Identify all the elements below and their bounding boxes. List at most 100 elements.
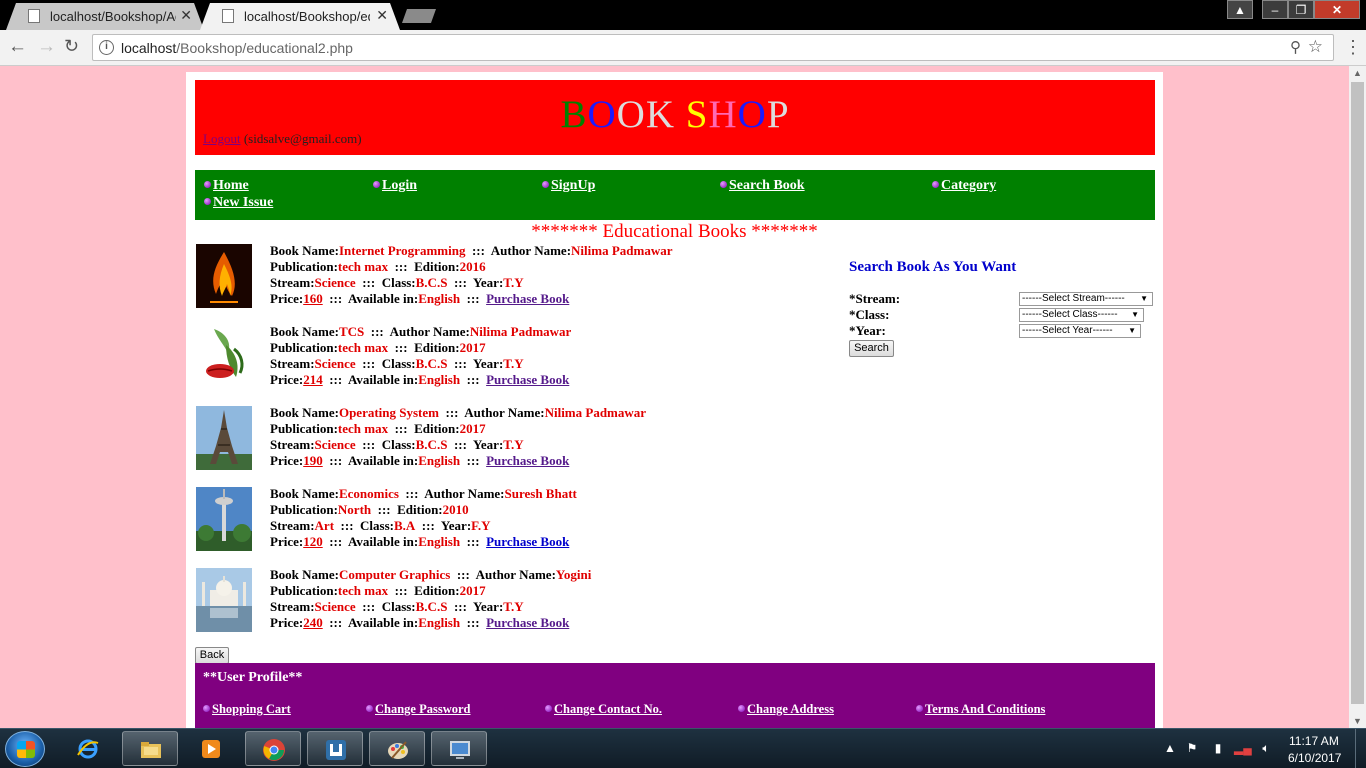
purchase-book-link[interactable]: Purchase Book [486, 615, 569, 630]
author-name: Yogini [555, 567, 592, 582]
publication: tech max [337, 421, 389, 436]
book-thumbnail-taj-mahal[interactable] [196, 568, 252, 632]
price-link[interactable]: 120 [303, 534, 323, 549]
stream: Science [314, 437, 356, 452]
action-center-flag-icon[interactable]: ⚑ [1184, 741, 1200, 757]
internet-explorer-icon [77, 739, 99, 759]
minimize-button[interactable]: – [1262, 0, 1288, 19]
paint-palette-icon [388, 741, 408, 759]
book-thumbnail-eiffel-tower[interactable] [196, 406, 252, 470]
windows-taskbar: ▲ ⚑ ▮ ▂▄ 🔈︎ 11:17 AM 6/10/2017 [0, 728, 1366, 768]
reload-icon[interactable]: ↻ [64, 36, 79, 57]
scroll-down-arrow-icon[interactable]: ▼ [1353, 716, 1362, 726]
class: B.A [393, 518, 416, 533]
info-icon[interactable]: i [99, 40, 114, 55]
stream: Science [314, 356, 356, 371]
price-link[interactable]: 160 [303, 291, 323, 306]
nav-item-category[interactable]: Category [932, 178, 996, 194]
battery-icon[interactable]: ▮ [1210, 741, 1226, 757]
book-thumbnail-flame[interactable] [196, 244, 252, 308]
stream-select[interactable]: ------Select Stream------ ▼ [1019, 292, 1153, 306]
browser-tab-admin[interactable]: localhost/Bookshop/Adm ✕ [6, 3, 204, 30]
user-info: Logout (sidsalve@gmail.com) [203, 131, 362, 147]
year-label: *Year: [849, 323, 886, 338]
bullet-icon [545, 705, 552, 712]
profile-item-shopping-cart[interactable]: Shopping Cart [203, 702, 291, 717]
book-info: Book Name:Computer Graphics ::: Author N… [270, 567, 592, 630]
close-tab-icon[interactable]: ✕ [376, 7, 388, 24]
price-link[interactable]: 190 [303, 453, 323, 468]
price-link[interactable]: 240 [303, 615, 323, 630]
browser-tab-educational[interactable]: localhost/Bookshop/edu ✕ [200, 3, 400, 30]
book-thumbnail-lips-flower[interactable] [196, 325, 252, 389]
search-button[interactable]: Search [849, 340, 894, 357]
profile-item-change-password[interactable]: Change Password [366, 702, 471, 717]
page-scrollbar[interactable]: ▲ ▼ [1349, 66, 1366, 728]
profile-item-terms[interactable]: Terms And Conditions [916, 702, 1045, 717]
bullet-icon [373, 181, 380, 188]
back-arrow-icon[interactable]: ← [8, 36, 27, 58]
publication: North [337, 502, 372, 517]
nav-item-login[interactable]: Login [373, 178, 417, 194]
app-window-button[interactable] [307, 731, 363, 766]
nav-item-search-book[interactable]: Search Book [720, 178, 805, 194]
zoom-icon[interactable]: ⚲ [1290, 38, 1301, 56]
maximize-button[interactable]: ❐ [1288, 0, 1314, 19]
logout-link[interactable]: Logout [203, 131, 241, 146]
edition: 2016 [459, 259, 486, 274]
book-name: Economics [338, 486, 399, 501]
media-player-app[interactable] [183, 731, 239, 766]
address-bar[interactable]: i localhost/Bookshop/educational2.php ⚲ … [92, 34, 1334, 61]
profile-item-change-address[interactable]: Change Address [738, 702, 834, 717]
edition: 2017 [459, 421, 486, 436]
user-profile-icon[interactable]: ▲ [1227, 0, 1253, 19]
class-select[interactable]: ------Select Class------ ▼ [1019, 308, 1144, 322]
close-window-button[interactable]: ✕ [1314, 0, 1360, 19]
start-button[interactable] [5, 731, 45, 767]
browser-menu-icon[interactable]: ⋮ [1344, 37, 1362, 58]
remote-desktop-app[interactable] [431, 731, 487, 766]
volume-icon[interactable]: 🔈︎ [1258, 741, 1274, 757]
bullet-icon [542, 181, 549, 188]
purchase-book-link[interactable]: Purchase Book [486, 453, 569, 468]
tab-title: localhost/Bookshop/Adm [50, 9, 176, 24]
language: English [418, 534, 461, 549]
clock-time[interactable]: 11:17 AM [1289, 734, 1339, 748]
author-name: Nilima Padmawar [571, 243, 673, 258]
page-icon [28, 9, 40, 23]
forward-arrow-icon[interactable]: → [37, 36, 56, 58]
chrome-app[interactable] [245, 731, 301, 766]
language: English [418, 615, 461, 630]
close-tab-icon[interactable]: ✕ [180, 7, 192, 24]
purchase-book-link[interactable]: Purchase Book [486, 291, 569, 306]
nav-item-new-issue[interactable]: New Issue [204, 195, 273, 211]
bullet-icon [932, 181, 939, 188]
clock-date[interactable]: 6/10/2017 [1288, 751, 1341, 765]
class-label: *Class: [849, 307, 890, 322]
profile-item-change-contact[interactable]: Change Contact No. [545, 702, 662, 717]
purchase-book-link[interactable]: Purchase Book [486, 534, 569, 549]
back-button[interactable]: Back [195, 647, 229, 664]
show-desktop-button[interactable] [1355, 729, 1366, 768]
url-text[interactable]: localhost/Bookshop/educational2.php [121, 40, 353, 56]
year-select[interactable]: ------Select Year------ ▼ [1019, 324, 1141, 338]
author-name: Suresh Bhatt [504, 486, 577, 501]
show-hidden-icons-arrow-icon[interactable]: ▲ [1162, 741, 1178, 757]
publication: tech max [337, 259, 389, 274]
scrollbar-thumb[interactable] [1351, 82, 1364, 704]
book-name: Internet Programming [338, 243, 466, 258]
purchase-book-link[interactable]: Purchase Book [486, 372, 569, 387]
paint-app[interactable] [369, 731, 425, 766]
book-item: Book Name:TCS ::: Author Name:Nilima Pad… [196, 324, 836, 394]
internet-explorer-app[interactable] [60, 731, 116, 766]
nav-item-signup[interactable]: SignUp [542, 178, 595, 194]
nav-item-home[interactable]: Home [204, 178, 249, 194]
book-thumbnail-tower[interactable] [196, 487, 252, 551]
price-link[interactable]: 214 [303, 372, 323, 387]
new-tab-button[interactable] [402, 9, 436, 23]
file-explorer-app[interactable] [122, 731, 178, 766]
network-icon[interactable]: ▂▄ [1234, 741, 1252, 757]
scroll-up-arrow-icon[interactable]: ▲ [1353, 68, 1362, 78]
bookmark-star-icon[interactable]: ☆ [1308, 37, 1323, 57]
windows-logo-icon [17, 741, 35, 758]
